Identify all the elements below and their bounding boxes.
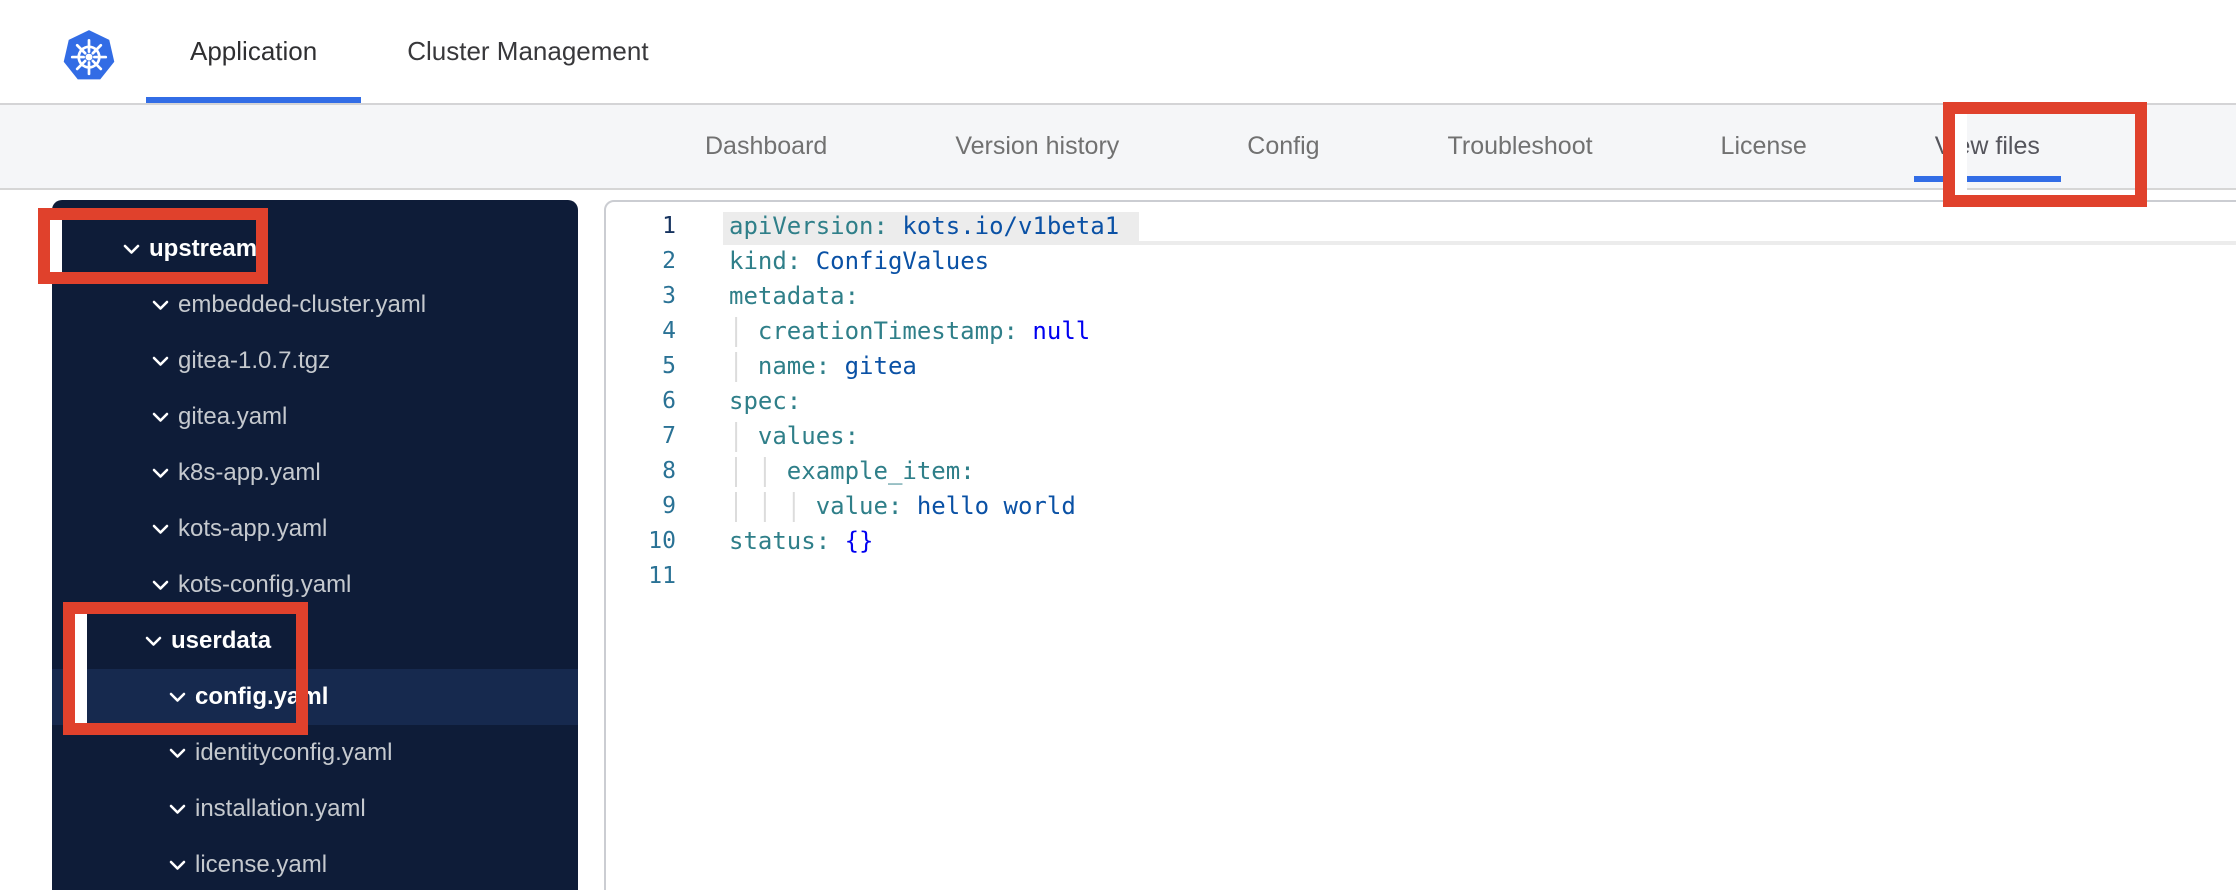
tab-config[interactable]: Config (1247, 105, 1319, 188)
tree-item-label: gitea.yaml (178, 403, 288, 430)
file-viewer-editor[interactable]: 1 2 3 4 5 6 7 8 9 10 11 apiVersion: kots.io/v1beta… (604, 200, 2236, 890)
tree-item-label: upstream (149, 235, 258, 262)
line-number: 11 (648, 563, 676, 589)
line-number: 10 (648, 528, 676, 554)
code-line: name: gitea (729, 349, 2236, 384)
tree-item-config.yaml[interactable]: config.yaml (52, 669, 578, 725)
tree-item-installation.yaml[interactable]: installation.yaml (52, 781, 578, 837)
code-line: apiVersion: kots.io/v1beta1 (723, 209, 2236, 245)
tree-item-gitea-1.0.7.tgz[interactable]: gitea-1.0.7.tgz (52, 333, 578, 389)
tree-item-label: embedded-cluster.yaml (178, 291, 427, 318)
code-line: creationTimestamp: null (729, 314, 2236, 349)
chevron-down-icon[interactable] (169, 692, 186, 703)
tree-item-embedded-cluster.yaml[interactable]: embedded-cluster.yaml (52, 277, 578, 333)
code-line: values: (729, 419, 2236, 454)
line-number: 6 (662, 388, 676, 414)
chevron-down-icon[interactable] (152, 356, 169, 367)
header-tabs: Application Cluster Management (145, 0, 649, 103)
tree-item-label: kots-config.yaml (178, 571, 352, 598)
tree-item-k8s-app.yaml[interactable]: k8s-app.yaml (52, 445, 578, 501)
file-tree-panel: upstream embedded-cluster.yaml gitea-1.0… (52, 200, 578, 890)
line-number: 2 (662, 248, 676, 274)
chevron-down-icon[interactable] (123, 244, 140, 255)
line-number: 1 (662, 213, 676, 239)
code-line: spec: (729, 387, 802, 415)
tree-item-label: identityconfig.yaml (195, 739, 393, 766)
chevron-down-icon[interactable] (152, 412, 169, 423)
editor-gutter: 1 2 3 4 5 6 7 8 9 10 11 (606, 209, 676, 594)
tree-item-userdata[interactable]: userdata (52, 613, 578, 669)
code-line: metadata: (729, 282, 860, 310)
line-number: 8 (662, 458, 676, 484)
chevron-down-icon[interactable] (152, 580, 169, 591)
chevron-down-icon[interactable] (169, 804, 186, 815)
chevron-down-icon[interactable] (152, 524, 169, 535)
tab-license[interactable]: License (1721, 105, 1807, 188)
chevron-down-icon[interactable] (169, 748, 186, 759)
editor-code-area: apiVersion: kots.io/v1beta1 kind: ConfigV… (723, 209, 2236, 594)
tree-item-license.yaml[interactable]: license.yaml (52, 837, 578, 890)
tab-version-history[interactable]: Version history (955, 105, 1119, 188)
line-number: 7 (662, 423, 676, 449)
tree-item-upstream[interactable]: upstream (52, 221, 578, 277)
chevron-down-icon[interactable] (152, 300, 169, 311)
tab-application[interactable]: Application (145, 0, 362, 103)
line-number: 9 (662, 493, 676, 519)
tab-view-files[interactable]: View files (1913, 105, 2062, 188)
tree-item-gitea.yaml[interactable]: gitea.yaml (52, 389, 578, 445)
tree-item-label: kots-app.yaml (178, 515, 328, 542)
line-number: 5 (662, 353, 676, 379)
chevron-down-icon[interactable] (152, 468, 169, 479)
tree-item-label: userdata (171, 627, 272, 654)
code-line: kind: ConfigValues (729, 247, 990, 275)
line-number: 3 (662, 283, 676, 309)
tree-item-label: license.yaml (195, 851, 328, 878)
tree-item-kots-app.yaml[interactable]: kots-app.yaml (52, 501, 578, 557)
kubernetes-logo-icon (63, 30, 115, 80)
tree-item-label: config.yaml (195, 683, 329, 710)
code-line: value: hello world (729, 489, 2236, 524)
chevron-down-icon[interactable] (145, 636, 162, 647)
tree-item-kots-config.yaml[interactable]: kots-config.yaml (52, 557, 578, 613)
subnav-bar: Dashboard Version history Config Troublesho… (0, 103, 2236, 190)
tree-item-label: installation.yaml (195, 795, 366, 822)
tab-cluster-management[interactable]: Cluster Management (407, 0, 648, 103)
tree-item-label: gitea-1.0.7.tgz (178, 347, 331, 374)
tree-item-label: k8s-app.yaml (178, 459, 321, 486)
kots-admin-console: Application Cluster Management Dashboard V… (0, 0, 2236, 890)
code-line: example_item: (729, 454, 2236, 489)
tab-dashboard[interactable]: Dashboard (705, 105, 827, 188)
subnav-tabs: Dashboard Version history Config Troublesho… (705, 105, 2062, 188)
line-number: 4 (662, 318, 676, 344)
tree-item-identityconfig.yaml[interactable]: identityconfig.yaml (52, 725, 578, 781)
tab-troubleshoot[interactable]: Troubleshoot (1448, 105, 1593, 188)
header-bar: Application Cluster Management (0, 0, 2236, 103)
code-line: status: {} (729, 527, 874, 555)
chevron-down-icon[interactable] (169, 860, 186, 871)
